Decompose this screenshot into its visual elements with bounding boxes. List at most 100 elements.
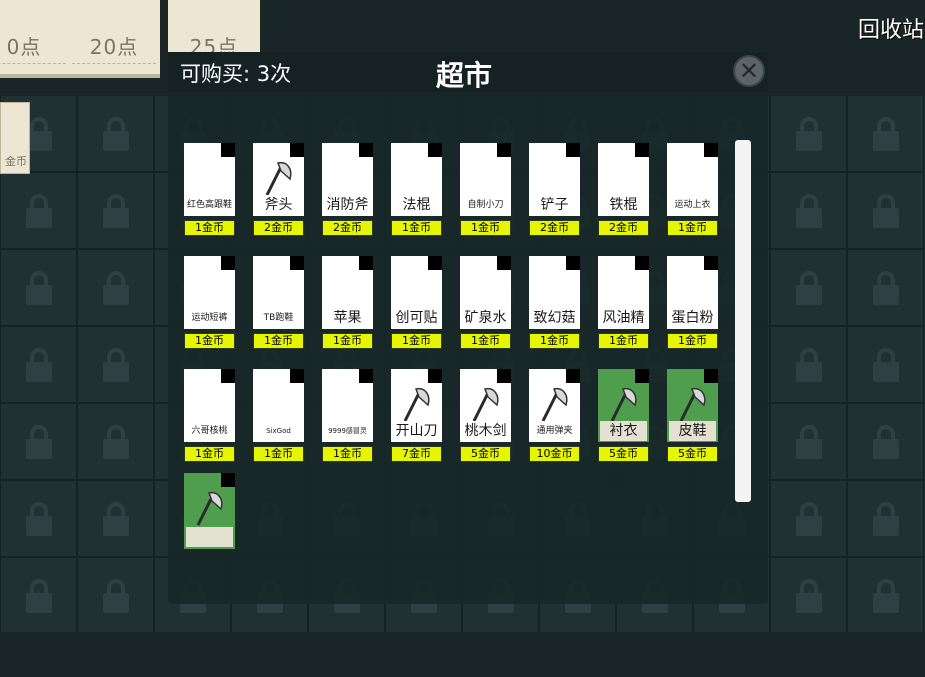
shop-item[interactable]: TB跑鞋 1金币 — [253, 256, 304, 349]
item-price: 1金币 — [184, 446, 235, 462]
item-card: 9999感冒灵 — [322, 369, 373, 442]
lock-icon — [795, 501, 822, 536]
shop-item[interactable]: 9999感冒灵 1金币 — [322, 369, 373, 462]
shop-title: 超市 — [436, 59, 493, 92]
item-price: 1金币 — [460, 333, 511, 349]
lock-icon — [872, 347, 899, 382]
lock-icon — [25, 347, 52, 382]
shop-item[interactable]: 皮鞋 5金币 — [667, 369, 718, 462]
item-name: 红色高跟鞋 — [186, 200, 232, 210]
locked-slot — [770, 249, 847, 326]
shop-item[interactable]: 衬衣 5金币 — [598, 369, 649, 462]
lock-icon — [795, 193, 822, 228]
item-name: 9999感冒灵 — [328, 427, 367, 435]
locked-slot — [0, 403, 77, 480]
item-card: 红色高跟鞋 — [184, 143, 235, 216]
lock-icon — [795, 270, 822, 305]
shop-item[interactable]: 致幻菇 1金币 — [529, 256, 580, 349]
item-price: 1金币 — [391, 333, 442, 349]
lock-icon — [872, 501, 899, 536]
item-name: 桃木剑 — [464, 423, 507, 439]
item-card: 斧头 — [253, 143, 304, 216]
shop-item[interactable]: 通用弹夹 10金币 — [529, 369, 580, 462]
item-name: 皮鞋 — [678, 423, 707, 439]
lock-icon — [102, 347, 129, 382]
item-card: 矿泉水 — [460, 256, 511, 329]
item-price: 1金币 — [184, 220, 235, 236]
item-price: 1金币 — [667, 333, 718, 349]
axe-icon — [403, 387, 430, 422]
item-card: 铁棍 — [598, 143, 649, 216]
item-price: 1金币 — [253, 446, 304, 462]
shop-item[interactable]: 六哥核桃 1金币 — [184, 369, 235, 462]
lock-icon — [872, 424, 899, 459]
shop-item[interactable]: 自制小刀 1金币 — [460, 143, 511, 236]
shop-item[interactable]: 铲子 2金币 — [529, 143, 580, 236]
item-card — [184, 473, 235, 549]
close-button[interactable]: ✕ — [733, 55, 765, 87]
locked-slot — [770, 326, 847, 403]
item-name: 运动短裤 — [191, 313, 228, 323]
axe-icon — [196, 491, 223, 526]
item-card: TB跑鞋 — [253, 256, 304, 329]
locked-slot — [770, 480, 847, 557]
item-name: 斧头 — [264, 197, 293, 213]
item-card: 蛋白粉 — [667, 256, 718, 329]
shop-item[interactable]: 法棍 1金币 — [391, 143, 442, 236]
shop-item[interactable]: 蛋白粉 1金币 — [667, 256, 718, 349]
item-name: 六哥核桃 — [191, 426, 228, 436]
side-card-label: 金币 — [5, 155, 27, 168]
shop-item[interactable]: 运动上衣 1金币 — [667, 143, 718, 236]
shop-item[interactable] — [184, 473, 235, 549]
item-card: SixGod — [253, 369, 304, 442]
item-card: 皮鞋 — [667, 369, 718, 442]
axe-icon — [472, 387, 499, 422]
locked-slot — [77, 249, 154, 326]
item-card: 消防斧 — [322, 143, 373, 216]
item-price: 1金币 — [322, 333, 373, 349]
item-card: 通用弹夹 — [529, 369, 580, 442]
side-card[interactable]: 金币 — [0, 102, 30, 174]
item-price: 1金币 — [253, 333, 304, 349]
item-name: 致幻菇 — [533, 310, 576, 326]
item-price: 1金币 — [322, 446, 373, 462]
item-name: 自制小刀 — [467, 200, 504, 210]
shop-item[interactable]: 风油精 1金币 — [598, 256, 649, 349]
shop-item[interactable]: 桃木剑 5金币 — [460, 369, 511, 462]
shop-item[interactable]: SixGod 1金币 — [253, 369, 304, 462]
shop-item[interactable]: 红色高跟鞋 1金币 — [184, 143, 235, 236]
locked-slot — [770, 403, 847, 480]
shop-item[interactable]: 开山刀 7金币 — [391, 369, 442, 462]
recycle-bin-button[interactable]: 回收站 — [858, 12, 924, 44]
item-price: 1金币 — [184, 333, 235, 349]
item-name: SixGod — [266, 427, 291, 435]
lock-icon — [25, 578, 52, 613]
scrollbar[interactable] — [735, 140, 751, 502]
lock-icon — [872, 578, 899, 613]
locked-slot — [77, 95, 154, 172]
axe-icon — [541, 387, 568, 422]
item-card: 开山刀 — [391, 369, 442, 442]
item-price: 5金币 — [667, 446, 718, 462]
locked-slot — [770, 95, 847, 172]
shop-item[interactable]: 铁棍 2金币 — [598, 143, 649, 236]
shop-item[interactable]: 运动短裤 1金币 — [184, 256, 235, 349]
shop-item[interactable]: 矿泉水 1金币 — [460, 256, 511, 349]
item-card: 运动短裤 — [184, 256, 235, 329]
item-name: 通用弹夹 — [536, 426, 573, 436]
top-card[interactable]: 20点 — [68, 0, 160, 78]
top-card[interactable]: 0点 — [0, 0, 70, 78]
top-card-value: 20点 — [89, 35, 139, 59]
lock-icon — [795, 347, 822, 382]
item-name: 铲子 — [540, 197, 569, 213]
lock-icon — [102, 193, 129, 228]
axe-icon — [610, 387, 637, 422]
shop-item[interactable]: 创可贴 1金币 — [391, 256, 442, 349]
shop-item[interactable]: 苹果 1金币 — [322, 256, 373, 349]
shop-item[interactable]: 斧头 2金币 — [253, 143, 304, 236]
lock-icon — [872, 116, 899, 151]
item-card: 桃木剑 — [460, 369, 511, 442]
item-name: 矿泉水 — [464, 310, 507, 326]
shop-item[interactable]: 消防斧 2金币 — [322, 143, 373, 236]
lock-icon — [25, 501, 52, 536]
